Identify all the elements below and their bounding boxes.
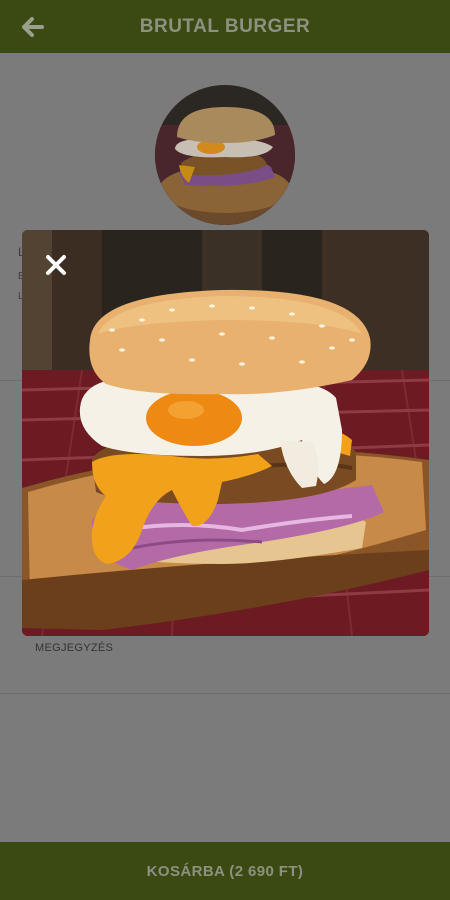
burger-thumbnail-image (155, 85, 295, 225)
divider (0, 693, 450, 694)
arrow-left-icon (22, 17, 44, 37)
page-title: BRUTAL BURGER (139, 15, 311, 37)
product-thumbnail[interactable] (155, 85, 295, 225)
comment-label: MEGJEGYZÉS (35, 642, 114, 654)
app-header: BRUTAL BURGER (0, 0, 450, 53)
add-to-cart-label: KOSÁRBA (2 690 FT) (146, 862, 304, 880)
burger-photo-modal (22, 230, 429, 636)
burger-photo (22, 230, 429, 636)
close-modal-button[interactable] (40, 249, 72, 281)
close-icon (46, 255, 66, 275)
back-button[interactable] (18, 12, 48, 42)
add-to-cart-button[interactable]: KOSÁRBA (2 690 FT) (0, 842, 450, 900)
